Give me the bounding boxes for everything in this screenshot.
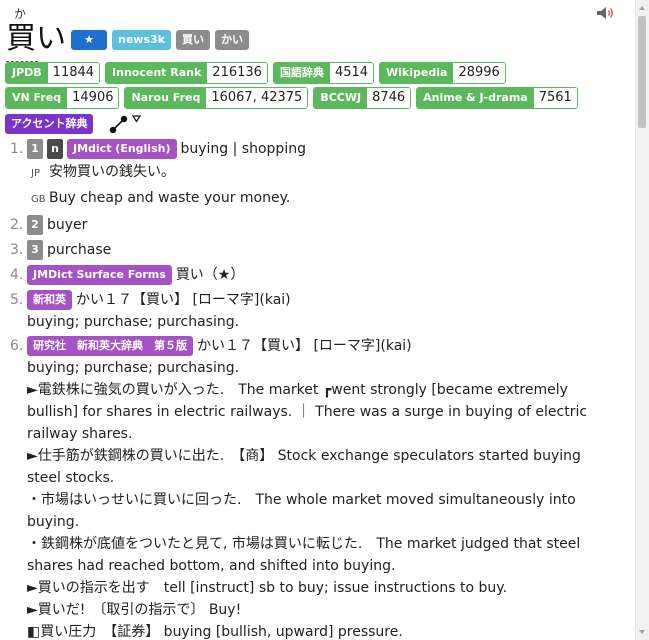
freq-narou[interactable]: Narou Freq 16067, 42375: [124, 87, 309, 109]
definition-item: 5. 新和英 かい１７【買い】 [ローマ字](kai) buying; purc…: [0, 289, 632, 333]
freq-value: 28996: [453, 63, 505, 83]
freq-jpdb[interactable]: JPDB 11844: [5, 62, 101, 84]
freq-value: 216136: [207, 63, 267, 83]
freq-label: 国語辞典: [273, 63, 330, 83]
tag-news3k[interactable]: news3k: [112, 30, 171, 50]
freq-value: 11844: [47, 63, 100, 83]
freq-label: Narou Freq: [125, 88, 207, 108]
frequency-row-2: VN Freq 14906 Narou Freq 16067, 42375 BCCW…: [5, 87, 578, 109]
definition-gloss: buyer: [47, 217, 88, 233]
definition-item: 4. JMDict Surface Forms 買い（★）: [0, 264, 632, 286]
freq-anime-jdrama[interactable]: Anime & J-drama 7561: [416, 87, 578, 109]
language-code: GB: [31, 194, 46, 205]
freq-bccwj[interactable]: BCCWJ 8746: [313, 87, 412, 109]
definition-item: 1. 1 n JMdict (English) buying | shoppin…: [0, 138, 632, 212]
example-text: 安物買いの銭失い。: [49, 164, 175, 180]
example-sentence: ►電鉄株に強気の買いが入った. The market ┏went strongl…: [27, 382, 592, 442]
example-japanese: JP 安物買いの銭失い。: [27, 160, 632, 186]
freq-innocent-rank[interactable]: Innocent Rank 216136: [105, 62, 268, 84]
entry-header: か 買い ★ news3k 買い かい: [6, 4, 249, 62]
freq-label: BCCWJ: [314, 88, 368, 108]
example-sentence: ►買いの指示を出す tell [instruct] sb to buy; iss…: [27, 580, 508, 596]
scroll-down-icon[interactable]: [639, 630, 645, 634]
tag-accent-dictionary[interactable]: アクセント辞典: [5, 114, 94, 134]
example-sentence: ►仕手筋が鉄鋼株の買いに出た. 【商】 Stock exchange specu…: [27, 448, 586, 486]
example-text: Buy cheap and waste your money.: [49, 190, 291, 206]
dictionary-tag[interactable]: JMDict Surface Forms: [27, 265, 172, 285]
pitch-accent-icon[interactable]: [109, 113, 143, 135]
definition-item: 6. 研究社 新和英大辞典 第５版 かい１７【買い】 [ローマ字](kai) b…: [0, 335, 632, 640]
example-english: GB Buy cheap and waste your money.: [27, 186, 632, 212]
freq-wikipedia[interactable]: Wikipedia 28996: [379, 62, 506, 84]
freq-value: 14906: [67, 88, 119, 108]
dictionary-tag[interactable]: JMdict (English): [67, 139, 177, 159]
example-sentence: ◧買い圧力 【証券】 buying [bullish, upward] pres…: [27, 624, 403, 640]
sense-number-badge[interactable]: 3: [27, 240, 43, 260]
definition-number: 4.: [10, 267, 24, 283]
freq-kokugo[interactable]: 国語辞典 4514: [272, 62, 375, 84]
tag-word[interactable]: 買い: [175, 30, 210, 50]
definition-gloss: かい１７【買い】 [ローマ字](kai): [76, 292, 291, 308]
example-sentence: ・市場はいっせいに買いに回った. The whole market moved …: [27, 492, 581, 530]
definition-gloss: buying | shopping: [180, 141, 306, 157]
definitions-list: 1. 1 n JMdict (English) buying | shoppin…: [0, 138, 632, 640]
scrollbar-thumb[interactable]: [638, 16, 646, 128]
dictionary-tag[interactable]: 研究社 新和英大辞典 第５版: [27, 336, 193, 356]
pitch-accent-row: アクセント辞典: [5, 113, 143, 135]
freq-value: 8746: [367, 88, 411, 108]
sense-number-badge[interactable]: 1: [27, 139, 43, 159]
definition-item: 2. 2 buyer: [0, 214, 632, 236]
sense-number-badge[interactable]: 2: [27, 215, 43, 235]
example-sentence: ・鉄鋼株が底値をついたと見て, 市場は買いに転じた. The market ju…: [27, 536, 585, 574]
star-icon[interactable]: ★: [71, 30, 107, 50]
furigana-reading: か: [14, 7, 27, 21]
scroll-up-icon[interactable]: [639, 6, 645, 10]
definition-number: 3.: [10, 242, 24, 258]
definition-number: 1.: [10, 141, 24, 157]
freq-label: Anime & J-drama: [417, 88, 534, 108]
freq-value: 16067, 42375: [206, 88, 308, 108]
definition-translation: buying; purchase; purchasing.: [27, 314, 240, 330]
freq-label: JPDB: [6, 63, 48, 83]
freq-label: Wikipedia: [380, 63, 454, 83]
speaker-icon[interactable]: [596, 6, 616, 20]
definition-item: 3. 3 purchase: [0, 239, 632, 261]
definition-translation: buying; purchase; purchasing.: [27, 360, 240, 376]
headword-text: 買い: [6, 21, 66, 56]
definition-gloss: purchase: [47, 242, 112, 258]
freq-value: 4514: [329, 63, 374, 83]
definition-number: 2.: [10, 217, 24, 233]
dictionary-popup: か 買い ★ news3k 買い かい JPDB 11844 Innocent R…: [0, 0, 636, 640]
freq-label: VN Freq: [6, 88, 68, 108]
frequency-row-1: JPDB 11844 Innocent Rank 216136 国語辞典 4514 W…: [5, 62, 506, 84]
vertical-scrollbar[interactable]: [635, 0, 649, 640]
freq-label: Innocent Rank: [106, 63, 208, 83]
headword[interactable]: か 買い: [6, 7, 66, 62]
tag-reading[interactable]: かい: [214, 30, 249, 50]
dictionary-tag[interactable]: 新和英: [27, 290, 72, 310]
definition-gloss: 買い（★）: [175, 267, 245, 283]
example-sentence: ►買いだ! 〔取引の指示で〕 Buy!: [27, 602, 242, 618]
freq-value: 7561: [533, 88, 577, 108]
part-of-speech-badge[interactable]: n: [47, 139, 63, 159]
freq-vn[interactable]: VN Freq 14906: [5, 87, 120, 109]
definition-gloss: かい１７【買い】 [ローマ字](kai): [197, 338, 412, 354]
language-code: JP: [31, 168, 40, 179]
definition-number: 5.: [10, 292, 24, 308]
definition-number: 6.: [10, 338, 24, 354]
